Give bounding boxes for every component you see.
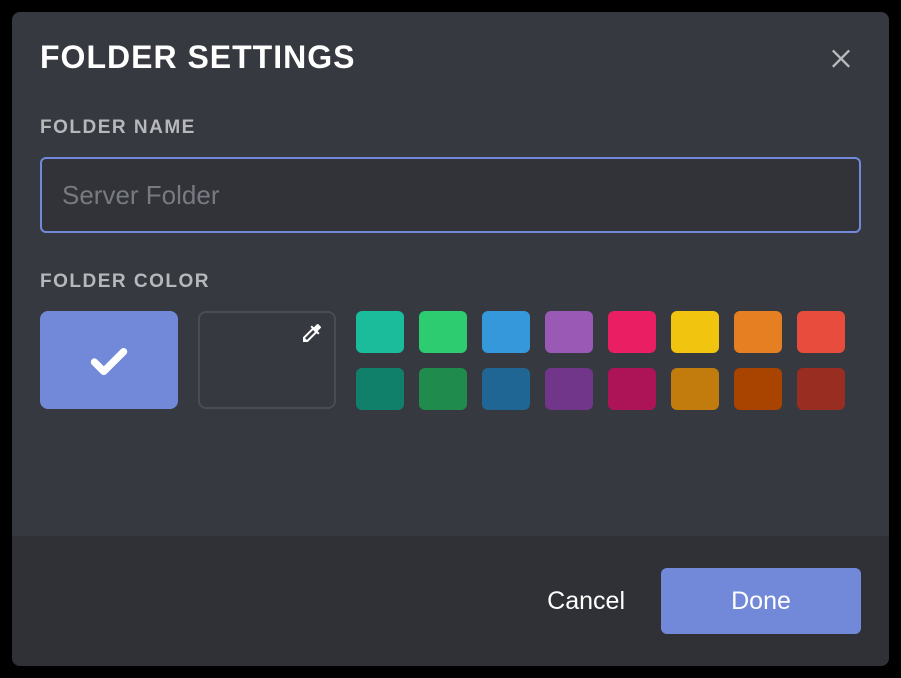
color-swatch[interactable] bbox=[356, 311, 404, 353]
color-swatch[interactable] bbox=[797, 311, 845, 353]
color-swatch[interactable] bbox=[545, 368, 593, 410]
folder-color-section: FOLDER COLOR bbox=[40, 271, 861, 410]
folder-name-input[interactable] bbox=[40, 157, 861, 233]
modal-footer: Cancel Done bbox=[12, 536, 889, 666]
color-swatch[interactable] bbox=[419, 368, 467, 410]
title-row: FOLDER SETTINGS bbox=[40, 37, 861, 77]
done-button[interactable]: Done bbox=[661, 568, 861, 634]
color-swatch[interactable] bbox=[671, 368, 719, 410]
folder-name-section: FOLDER NAME bbox=[40, 117, 861, 233]
color-swatch[interactable] bbox=[482, 368, 530, 410]
color-swatch[interactable] bbox=[356, 368, 404, 410]
cancel-button[interactable]: Cancel bbox=[547, 587, 625, 616]
color-swatch[interactable] bbox=[482, 311, 530, 353]
folder-name-label: FOLDER NAME bbox=[40, 117, 861, 139]
color-swatch[interactable] bbox=[734, 368, 782, 410]
color-swatch[interactable] bbox=[608, 368, 656, 410]
color-swatch[interactable] bbox=[671, 311, 719, 353]
modal-content: FOLDER SETTINGS FOLDER NAME FOLDER COLOR bbox=[12, 12, 889, 536]
close-button[interactable] bbox=[821, 37, 861, 77]
color-swatch[interactable] bbox=[608, 311, 656, 353]
custom-color-swatch[interactable] bbox=[198, 311, 336, 409]
color-swatch[interactable] bbox=[797, 368, 845, 410]
close-icon bbox=[827, 43, 855, 71]
color-row bbox=[40, 311, 861, 410]
selected-color-swatch[interactable] bbox=[40, 311, 178, 409]
modal-title: FOLDER SETTINGS bbox=[40, 39, 355, 76]
color-palette bbox=[356, 311, 845, 410]
folder-color-label: FOLDER COLOR bbox=[40, 271, 861, 293]
check-icon bbox=[84, 335, 134, 385]
eyedropper-icon bbox=[300, 321, 324, 350]
color-swatch[interactable] bbox=[545, 311, 593, 353]
color-swatch[interactable] bbox=[419, 311, 467, 353]
color-swatch[interactable] bbox=[734, 311, 782, 353]
folder-settings-modal: FOLDER SETTINGS FOLDER NAME FOLDER COLOR bbox=[12, 12, 889, 666]
